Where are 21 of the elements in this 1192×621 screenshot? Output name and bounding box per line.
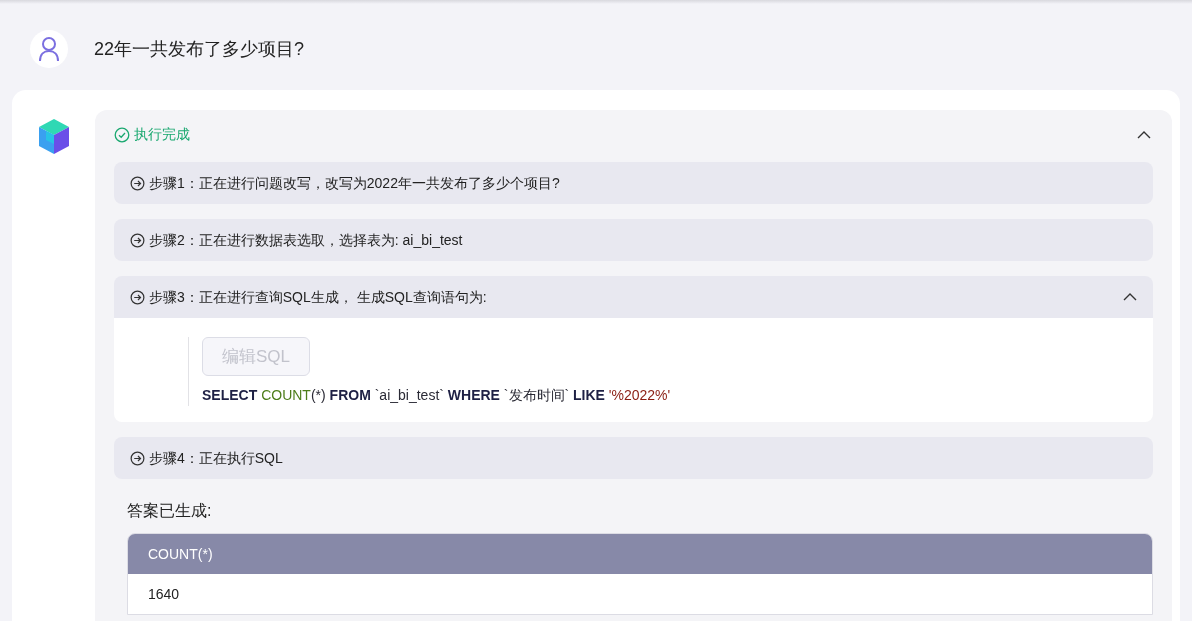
arrow-circle-icon <box>130 232 145 248</box>
chevron-up-icon[interactable] <box>1137 130 1151 139</box>
step-header[interactable]: 步骤4：正在执行SQL <box>114 437 1153 479</box>
status-text: 执行完成 <box>134 125 190 144</box>
arrow-circle-icon <box>130 450 145 466</box>
arrow-circle-icon <box>130 175 145 191</box>
question-text: 22年一共发布了多少项目? <box>94 37 305 61</box>
step-text: 步骤3：正在进行查询SQL生成， 生成SQL查询语句为: <box>149 287 487 307</box>
column-header: COUNT(*) <box>148 544 213 564</box>
step-header[interactable]: 步骤3：正在进行查询SQL生成， 生成SQL查询语句为: <box>114 276 1153 318</box>
step-text: 步骤1：正在进行问题改写，改写为2022年一共发布了多少个项目? <box>149 173 560 193</box>
sql-code: SELECT COUNT(*) FROM `ai_bi_test` WHERE `发布时间` LIKE '%2022%' <box>202 386 671 405</box>
step-text: 步骤2：正在进行数据表选取，选择表为: ai_bi_test <box>149 230 463 250</box>
step-header[interactable]: 步骤1：正在进行问题改写，改写为2022年一共发布了多少个项目? <box>114 162 1153 204</box>
table-cell-text: 1640 <box>148 584 180 604</box>
step-header[interactable]: 步骤2：正在进行数据表选取，选择表为: ai_bi_test <box>114 219 1153 261</box>
arrow-circle-icon <box>130 289 145 305</box>
answer-label: 答案已生成: <box>127 501 212 521</box>
chevron-up-icon[interactable] <box>1123 293 1137 301</box>
user-icon <box>38 36 60 62</box>
step-text: 步骤4：正在执行SQL <box>149 448 283 468</box>
